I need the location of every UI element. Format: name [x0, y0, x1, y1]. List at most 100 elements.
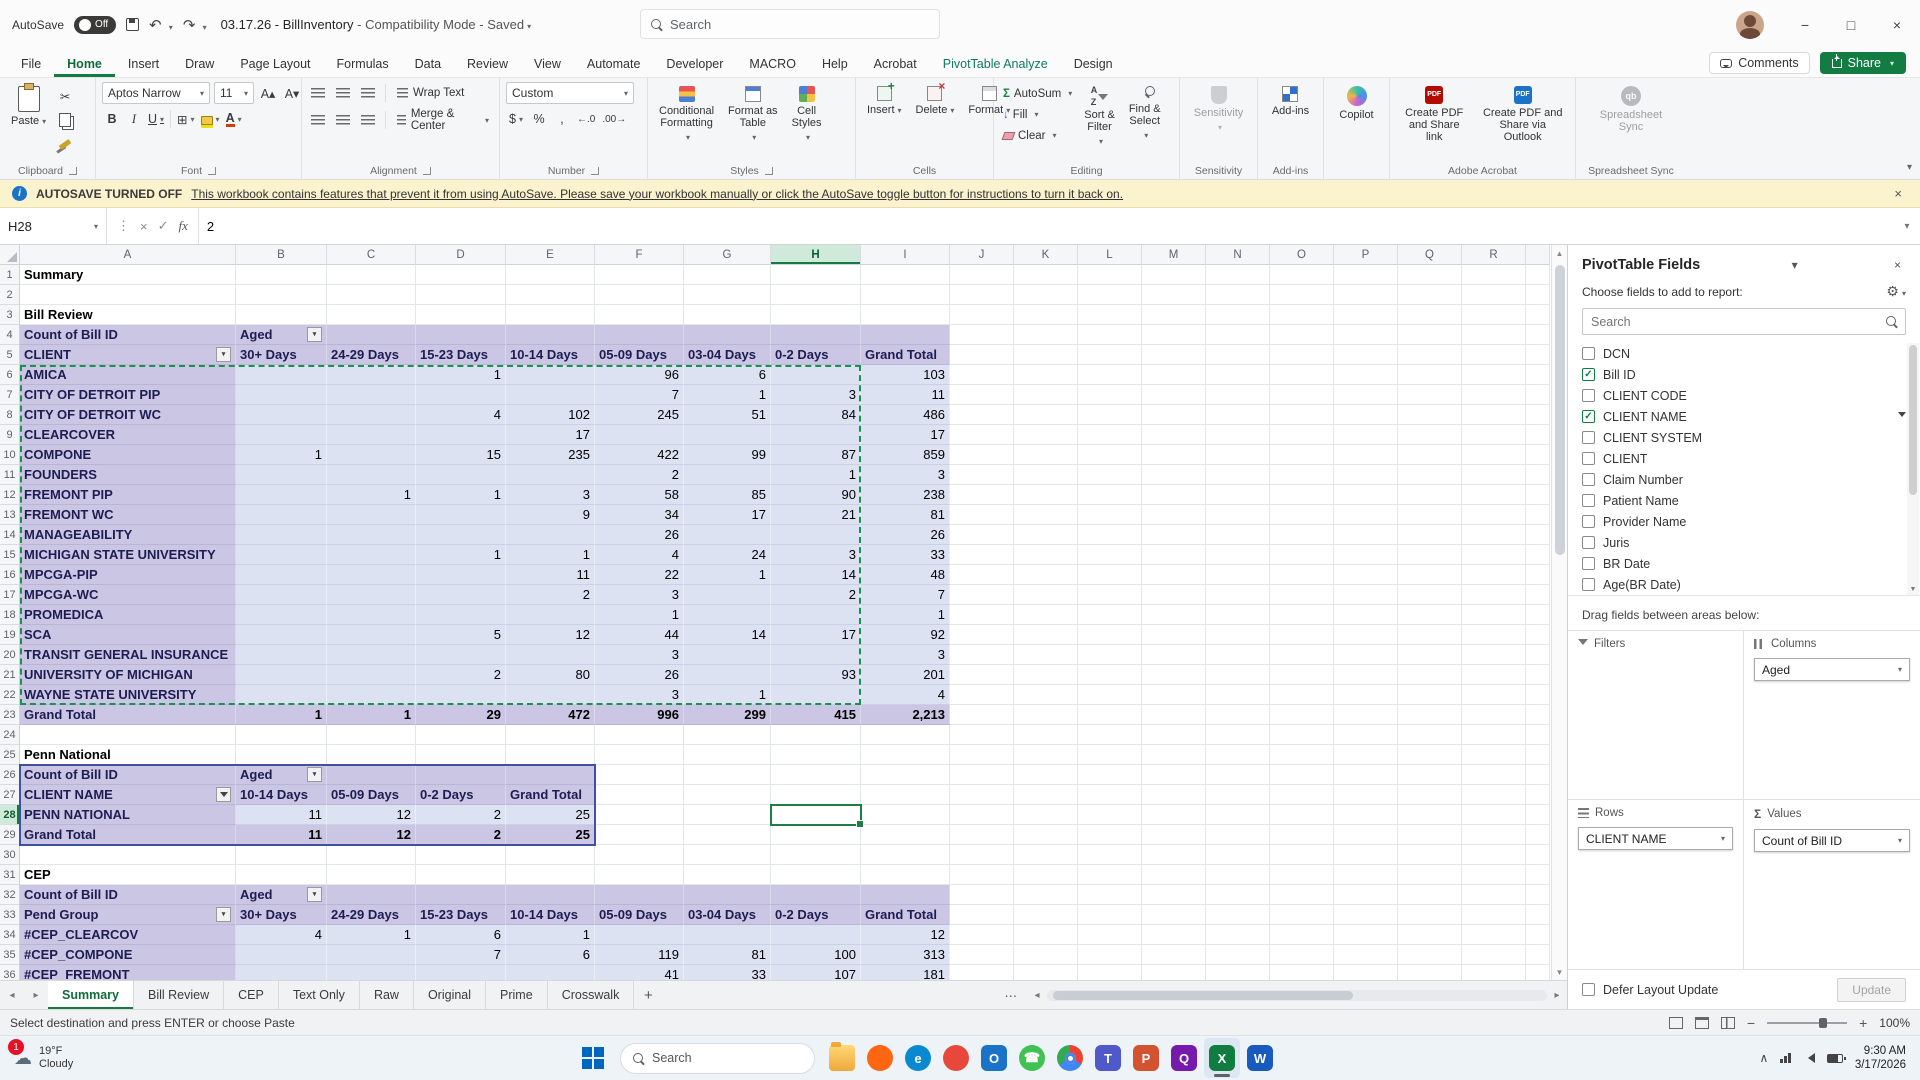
- format-as-table-button[interactable]: Format as Table ▾: [723, 82, 783, 148]
- cell-extra-32[interactable]: [1526, 885, 1550, 905]
- cell-J9[interactable]: [950, 425, 1014, 445]
- cell-J15[interactable]: [950, 545, 1014, 565]
- cell-H5[interactable]: 0-2 Days: [771, 345, 861, 365]
- cell-L23[interactable]: [1078, 705, 1142, 725]
- cell-A27[interactable]: CLIENT NAME: [20, 785, 236, 805]
- cell-G30[interactable]: [684, 845, 771, 865]
- cell-O28[interactable]: [1270, 805, 1334, 825]
- cell-extra-19[interactable]: [1526, 625, 1550, 645]
- cell-M27[interactable]: [1142, 785, 1206, 805]
- decrease-decimal-icon[interactable]: .00→: [600, 109, 628, 129]
- row-header-3[interactable]: 3: [0, 305, 20, 325]
- cell-N27[interactable]: [1206, 785, 1270, 805]
- cell-C8[interactable]: [327, 405, 416, 425]
- cell-Q10[interactable]: [1398, 445, 1462, 465]
- cell-A18[interactable]: PROMEDICA: [20, 605, 236, 625]
- styles-dialog-launcher[interactable]: [764, 166, 773, 175]
- cell-K32[interactable]: [1014, 885, 1078, 905]
- cell-extra-28[interactable]: [1526, 805, 1550, 825]
- cell-B3[interactable]: [236, 305, 327, 325]
- cell-F7[interactable]: 7: [595, 385, 684, 405]
- col-header-J[interactable]: J: [950, 245, 1014, 265]
- cell-R33[interactable]: [1462, 905, 1526, 925]
- decrease-font-icon[interactable]: A▾: [282, 83, 302, 103]
- col-header-extra[interactable]: [1526, 245, 1550, 265]
- sort-filter-button[interactable]: A Z Sort & Filter ▾: [1079, 82, 1120, 152]
- cell-N20[interactable]: [1206, 645, 1270, 665]
- taskbar-app-word[interactable]: W: [1242, 1038, 1278, 1078]
- cell-I2[interactable]: [861, 285, 950, 305]
- align-left-icon[interactable]: [308, 110, 328, 130]
- cell-M26[interactable]: [1142, 765, 1206, 785]
- collapse-ribbon-icon[interactable]: ▾: [1907, 162, 1912, 173]
- cell-O3[interactable]: [1270, 305, 1334, 325]
- cell-K24[interactable]: [1014, 725, 1078, 745]
- cell-I19[interactable]: 92: [861, 625, 950, 645]
- cell-K20[interactable]: [1014, 645, 1078, 665]
- cell-L30[interactable]: [1078, 845, 1142, 865]
- sheet-nav-left-icon[interactable]: ◂: [0, 981, 24, 1009]
- cell-M25[interactable]: [1142, 745, 1206, 765]
- cell-C24[interactable]: [327, 725, 416, 745]
- font-name-select[interactable]: Aptos Narrow ▾: [102, 82, 210, 104]
- cell-R18[interactable]: [1462, 605, 1526, 625]
- cell-M23[interactable]: [1142, 705, 1206, 725]
- cell-A17[interactable]: MPCGA-WC: [20, 585, 236, 605]
- col-header-M[interactable]: M: [1142, 245, 1206, 265]
- cell-O25[interactable]: [1270, 745, 1334, 765]
- cell-D11[interactable]: [416, 465, 506, 485]
- sheet-tab-cep[interactable]: CEP: [224, 981, 279, 1009]
- cell-G2[interactable]: [684, 285, 771, 305]
- cell-extra-22[interactable]: [1526, 685, 1550, 705]
- cell-L22[interactable]: [1078, 685, 1142, 705]
- cell-I30[interactable]: [861, 845, 950, 865]
- cell-R20[interactable]: [1462, 645, 1526, 665]
- field-checkbox-client-code[interactable]: [1582, 389, 1595, 402]
- row-header-13[interactable]: 13: [0, 505, 20, 525]
- cell-N21[interactable]: [1206, 665, 1270, 685]
- cell-G7[interactable]: 1: [684, 385, 771, 405]
- cell-Q30[interactable]: [1398, 845, 1462, 865]
- cell-J21[interactable]: [950, 665, 1014, 685]
- cell-L2[interactable]: [1078, 285, 1142, 305]
- cell-J7[interactable]: [950, 385, 1014, 405]
- increase-font-icon[interactable]: A▴: [258, 83, 278, 103]
- cell-G20[interactable]: [684, 645, 771, 665]
- cell-C19[interactable]: [327, 625, 416, 645]
- cell-R28[interactable]: [1462, 805, 1526, 825]
- cell-R12[interactable]: [1462, 485, 1526, 505]
- cell-B16[interactable]: [236, 565, 327, 585]
- cell-Q26[interactable]: [1398, 765, 1462, 785]
- cell-A3[interactable]: Bill Review: [20, 305, 236, 325]
- field-checkbox-br-date[interactable]: [1582, 557, 1595, 570]
- cell-Q3[interactable]: [1398, 305, 1462, 325]
- cell-Q20[interactable]: [1398, 645, 1462, 665]
- cell-L16[interactable]: [1078, 565, 1142, 585]
- taskbar-app-edge[interactable]: e: [900, 1038, 936, 1078]
- cell-extra-27[interactable]: [1526, 785, 1550, 805]
- row-header-14[interactable]: 14: [0, 525, 20, 545]
- cell-O35[interactable]: [1270, 945, 1334, 965]
- cell-E16[interactable]: 11: [506, 565, 595, 585]
- cell-F10[interactable]: 422: [595, 445, 684, 465]
- cell-Q5[interactable]: [1398, 345, 1462, 365]
- cell-L1[interactable]: [1078, 265, 1142, 285]
- cell-D33[interactable]: 15-23 Days: [416, 905, 506, 925]
- cell-N15[interactable]: [1206, 545, 1270, 565]
- row-header-2[interactable]: 2: [0, 285, 20, 305]
- cell-N30[interactable]: [1206, 845, 1270, 865]
- field-item-patient-name[interactable]: Patient Name: [1568, 490, 1920, 511]
- cell-H27[interactable]: [771, 785, 861, 805]
- cell-B19[interactable]: [236, 625, 327, 645]
- cell-E10[interactable]: 235: [506, 445, 595, 465]
- taskbar-app-powerpoint[interactable]: P: [1128, 1038, 1164, 1078]
- cell-K29[interactable]: [1014, 825, 1078, 845]
- field-item-client[interactable]: CLIENT: [1568, 448, 1920, 469]
- cell-N12[interactable]: [1206, 485, 1270, 505]
- cell-extra-7[interactable]: [1526, 385, 1550, 405]
- cell-N7[interactable]: [1206, 385, 1270, 405]
- cell-D21[interactable]: 2: [416, 665, 506, 685]
- cell-F31[interactable]: [595, 865, 684, 885]
- cell-M11[interactable]: [1142, 465, 1206, 485]
- col-header-H[interactable]: H: [771, 245, 861, 265]
